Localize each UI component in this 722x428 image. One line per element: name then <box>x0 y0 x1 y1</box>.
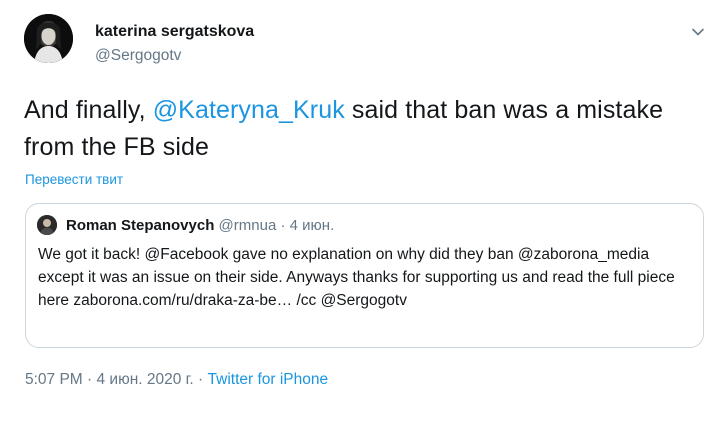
tweet-text-before: And finally, <box>24 96 153 124</box>
author-handle[interactable]: @Sergogotv <box>95 46 181 66</box>
quoted-author-name: Roman Stepanovych <box>66 217 215 234</box>
tweet: katerina sergatskova @Sergogotv And fina… <box>0 0 722 428</box>
author-name[interactable]: katerina sergatskova <box>95 22 254 42</box>
tweet-footer: 5:07 PM · 4 июн. 2020 г. · Twitter for i… <box>25 370 328 390</box>
translate-tweet-link[interactable]: Перевести твит <box>25 171 123 189</box>
tweet-source-link[interactable]: Twitter for iPhone <box>208 371 329 388</box>
tweet-timestamp[interactable]: 5:07 PM · 4 июн. 2020 г. · <box>25 371 208 388</box>
quoted-text: We got it back! @Facebook gave no explan… <box>38 246 675 309</box>
tweet-text: And finally, @Kateryna_Kruk said that ba… <box>24 92 684 166</box>
quoted-separator: · <box>276 217 290 234</box>
quoted-header: Roman Stepanovych @rmnua · 4 июн. <box>66 216 334 235</box>
quoted-date: 4 июн. <box>289 217 335 234</box>
author-avatar-image <box>24 14 73 63</box>
author-avatar[interactable] <box>24 14 73 63</box>
quoted-author-avatar <box>37 215 57 235</box>
chevron-down-icon[interactable] <box>690 24 706 40</box>
mention-link[interactable]: @Kateryna_Kruk <box>153 96 345 124</box>
quoted-tweet[interactable]: Roman Stepanovych @rmnua · 4 июн. We got… <box>25 203 704 348</box>
quoted-author-handle: @rmnua <box>218 217 277 234</box>
